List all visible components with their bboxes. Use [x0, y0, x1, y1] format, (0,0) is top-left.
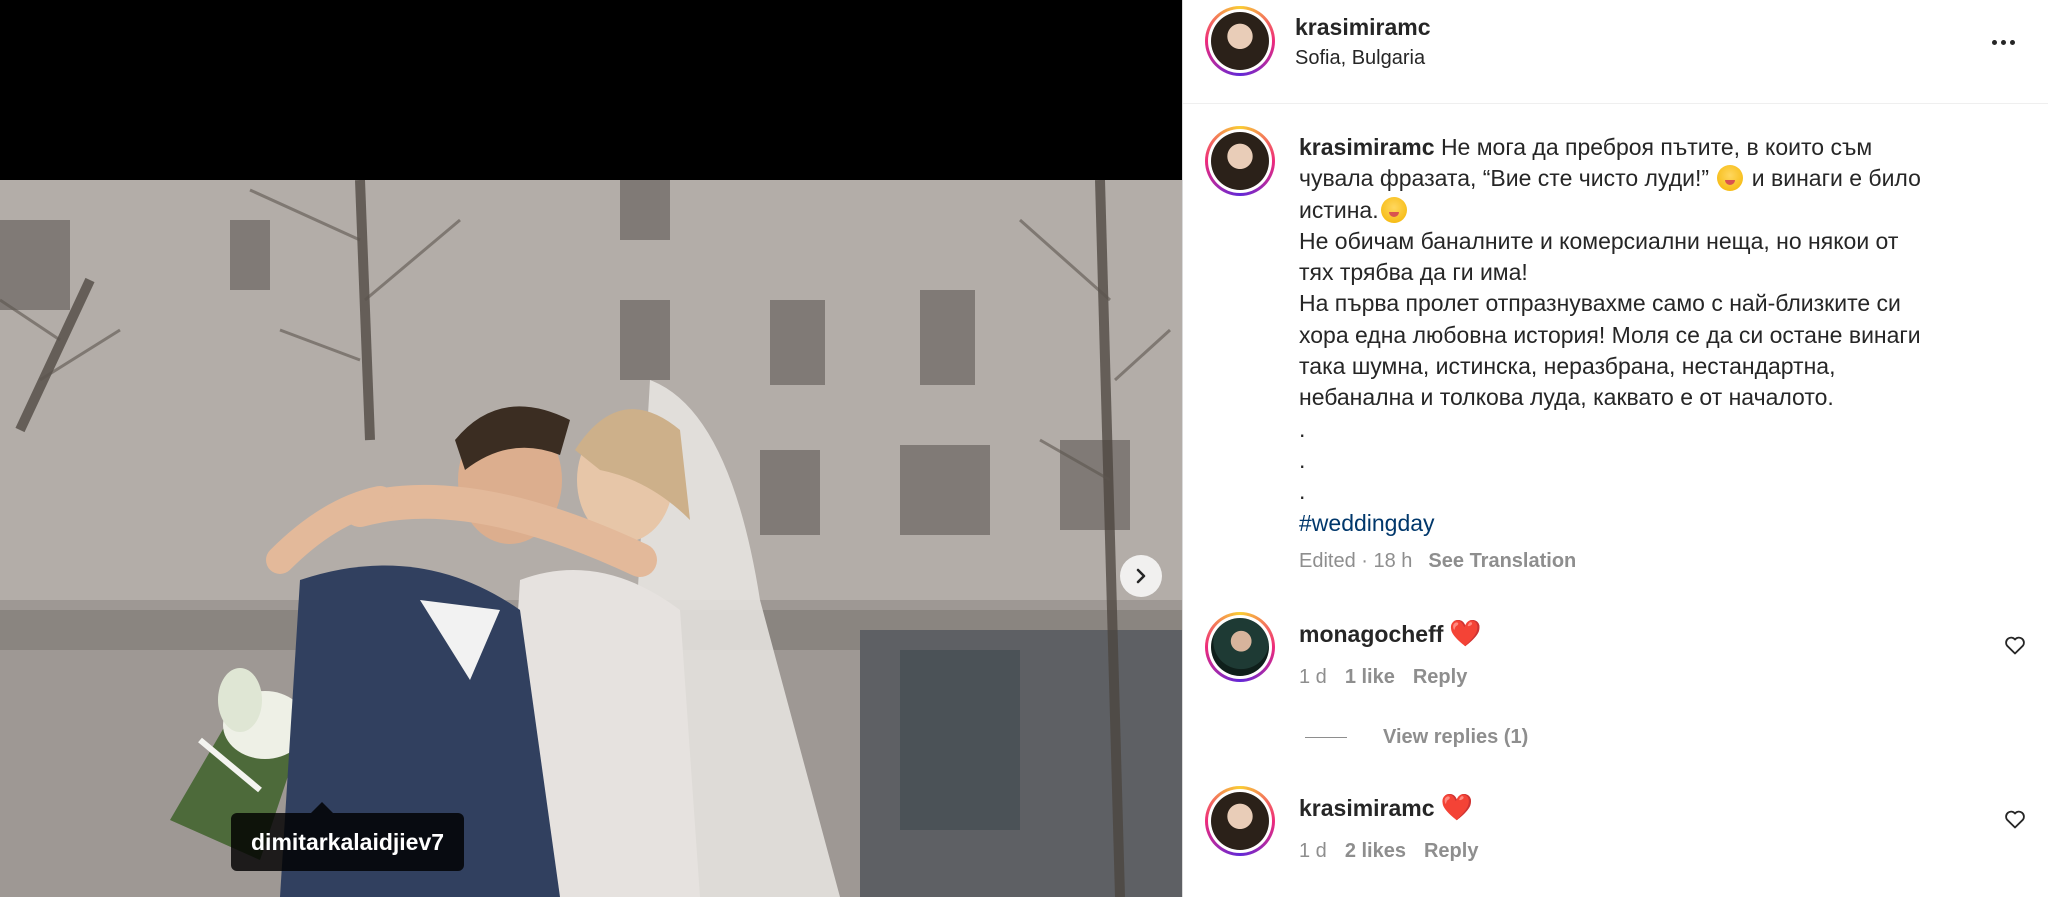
wedding-photo[interactable]: dimitarkalaidjiev7 — [0, 180, 1182, 897]
heart-outline-icon[interactable] — [2003, 633, 2027, 657]
comment-age: 1 d — [1299, 666, 1327, 688]
comment-body: krasimiramc ❤️ — [1299, 792, 1473, 823]
edited-timestamp: Edited · 18 h — [1299, 550, 1413, 572]
next-media-button[interactable] — [1120, 555, 1162, 597]
caption-text: небанална и толкова луда, каквато е от н… — [1299, 384, 1834, 411]
view-replies-label: View replies (1) — [1383, 726, 1529, 748]
comment-username[interactable]: monagocheff — [1299, 621, 1443, 647]
caption-author-username[interactable]: krasimiramc — [1299, 134, 1435, 160]
caption-text: и винаги е било — [1751, 165, 1921, 192]
caption-meta: Edited · 18 h See Translation — [1299, 550, 1576, 573]
more-options-icon — [1991, 39, 1997, 45]
more-options-button[interactable] — [1983, 30, 2023, 54]
caption-dot: . — [1299, 415, 1306, 442]
comment-reply-button[interactable]: Reply — [1413, 666, 1467, 688]
post-media: dimitarkalaidjiev7 — [0, 0, 1182, 897]
caption-text: хора една любовна история! Моля се да си… — [1299, 321, 1921, 348]
author-avatar[interactable] — [1205, 6, 1275, 76]
commenter-avatar[interactable] — [1205, 786, 1275, 856]
commenter-avatar[interactable] — [1205, 612, 1275, 682]
comment-reply-button[interactable]: Reply — [1424, 840, 1478, 862]
post-caption: krasimiramc Не мога да преброя пътите, в… — [1299, 132, 2019, 539]
caption-text: тях трябва да ги има! — [1299, 259, 1528, 286]
wedding-photo-illustration — [0, 180, 1182, 897]
post-header: krasimiramc Sofia, Bulgaria — [1183, 0, 2048, 104]
zany-face-emoji-icon — [1380, 196, 1407, 223]
caption-dot: . — [1299, 446, 1306, 473]
comment-likes-count[interactable]: 2 likes — [1345, 840, 1406, 862]
caption-author-avatar[interactable] — [1205, 126, 1275, 196]
caption-text: На първа пролет отпразнувахме само с най… — [1299, 290, 1901, 317]
hashtag-link[interactable]: #weddingday — [1299, 510, 1435, 536]
red-heart-emoji-icon: ❤️ — [1449, 618, 1482, 648]
comment-body: monagocheff ❤️ — [1299, 618, 1482, 649]
see-translation-button[interactable]: See Translation — [1428, 550, 1576, 572]
heart-outline-icon[interactable] — [2003, 807, 2027, 831]
comment-age: 1 d — [1299, 840, 1327, 862]
shushing-face-emoji-icon — [1717, 165, 1744, 192]
caption-text: Не мога да преброя пътите, в които съм — [1440, 134, 1873, 160]
red-heart-emoji-icon: ❤️ — [1440, 792, 1473, 822]
photo-user-tag[interactable]: dimitarkalaidjiev7 — [231, 802, 465, 871]
caption-text: истина. — [1299, 196, 1379, 223]
caption-text: така шумна, истинска, неразбрана, нестан… — [1299, 353, 1836, 380]
chevron-right-icon — [1136, 568, 1146, 584]
replies-divider — [1305, 737, 1347, 738]
caption-text: Не обичам баналните и комерсиални неща, … — [1299, 227, 1899, 254]
caption-dot: . — [1299, 478, 1306, 505]
comment-meta: 1 d 2 likes Reply — [1299, 840, 1496, 863]
post-side-panel: krasimiramc Sofia, Bulgaria krasimiramc … — [1182, 0, 2048, 897]
comment-meta: 1 d 1 like Reply — [1299, 666, 1485, 689]
post-location[interactable]: Sofia, Bulgaria — [1295, 47, 1425, 70]
comment-likes-count[interactable]: 1 like — [1345, 666, 1395, 688]
author-username[interactable]: krasimiramc — [1295, 14, 1431, 41]
comment-username[interactable]: krasimiramc — [1299, 795, 1435, 821]
caption-text: чувала фразата, “Вие сте чисто луди!” — [1299, 165, 1710, 192]
view-replies-button[interactable]: View replies (1) — [1305, 726, 1528, 749]
